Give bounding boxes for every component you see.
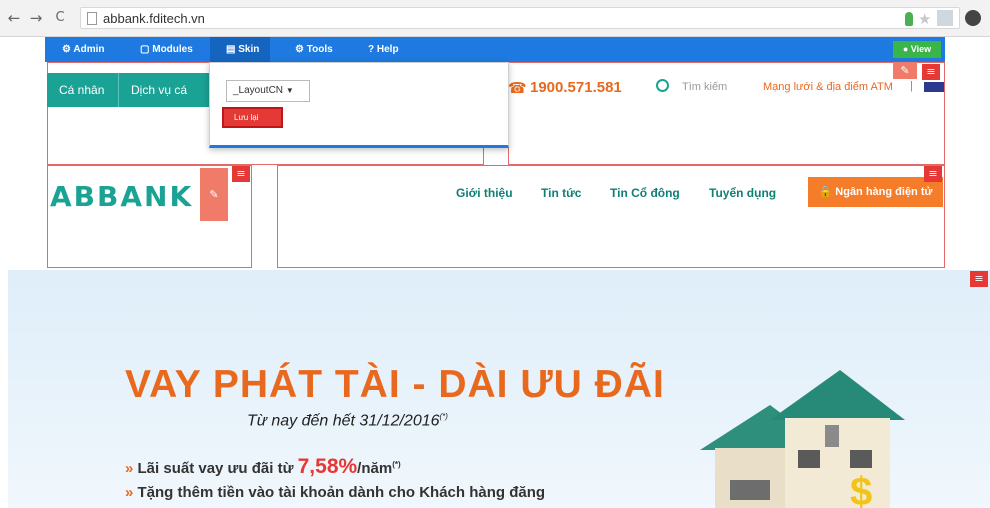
nav-careers[interactable]: Tuyển dụng bbox=[709, 186, 776, 200]
layout-select[interactable]: _LayoutCN ▼ bbox=[226, 80, 310, 102]
menu-icon[interactable]: ≡ bbox=[970, 271, 988, 287]
back-arrow-icon[interactable]: ← bbox=[6, 10, 22, 26]
reload-icon[interactable]: C bbox=[52, 10, 68, 26]
phone-icon: ☎ bbox=[508, 79, 527, 97]
eye-icon: ● bbox=[902, 44, 909, 54]
atm-network-link[interactable]: Mạng lưới & địa điểm ATM bbox=[763, 81, 893, 93]
banner-bullet-gift: » Tặng thêm tiền vào tài khoản dành cho … bbox=[125, 484, 546, 501]
nav-shareholder-news[interactable]: Tin Cổ đông bbox=[610, 186, 680, 200]
double-chevron-icon: » bbox=[125, 484, 134, 501]
search-icon[interactable] bbox=[656, 79, 669, 92]
nav-news[interactable]: Tin tức bbox=[541, 186, 581, 200]
modules-menu[interactable]: ▢ Modules bbox=[140, 44, 193, 56]
nav-personal[interactable]: Cá nhân bbox=[47, 73, 118, 107]
extension-icon[interactable] bbox=[905, 12, 913, 26]
help-icon: ? bbox=[368, 44, 375, 55]
forward-arrow-icon[interactable]: → bbox=[28, 10, 44, 26]
search-input[interactable]: Tìm kiếm bbox=[682, 81, 727, 93]
double-chevron-icon: » bbox=[125, 460, 134, 477]
save-button[interactable]: Lưu lại bbox=[222, 107, 283, 128]
flag-icon[interactable] bbox=[924, 82, 944, 92]
extension-box-icon[interactable] bbox=[937, 10, 953, 26]
skin-menu[interactable]: ▤ Skin bbox=[226, 44, 259, 56]
admin-menu[interactable]: ⚙ Admin bbox=[62, 44, 105, 56]
address-bar[interactable]: abbank.fditech.vn bbox=[80, 7, 960, 29]
skin-popup bbox=[209, 62, 509, 148]
view-button[interactable]: ● View bbox=[893, 41, 941, 58]
abbank-logo[interactable]: ABBANK bbox=[50, 180, 193, 213]
header-separator: | bbox=[910, 80, 913, 92]
tools-icon: ⚙ bbox=[295, 44, 304, 55]
star-bookmark-icon[interactable]: ★ bbox=[918, 10, 931, 28]
svg-text:$: $ bbox=[850, 470, 872, 508]
banner-bullet-rate: » Lãi suất vay ưu đãi từ 7,58%/năm(*) bbox=[125, 455, 401, 478]
nav-personal-services[interactable]: Dịch vụ cá nhâ bbox=[118, 73, 209, 131]
hotline-number[interactable]: 1900.571.581 bbox=[530, 79, 622, 96]
banner-title: VAY PHÁT TÀI - DÀI ƯU ĐÃI bbox=[125, 363, 665, 406]
page-icon bbox=[87, 12, 97, 25]
edit-pencil-icon[interactable]: ✎ bbox=[200, 168, 228, 221]
dropdown-arrow-icon: ▼ bbox=[285, 86, 294, 95]
banner-date: Từ nay đến hết 31/12/2016(*) bbox=[247, 412, 448, 430]
skin-icon: ▤ bbox=[226, 44, 236, 55]
edit-pencil-icon[interactable]: ✎ bbox=[893, 62, 917, 79]
house-illustration: $ bbox=[700, 370, 905, 508]
nav-about[interactable]: Giới thiệu bbox=[456, 186, 513, 200]
help-menu[interactable]: ? Help bbox=[368, 44, 399, 56]
header-right-zone bbox=[508, 62, 945, 165]
gear-icon: ⚙ bbox=[62, 44, 71, 55]
menu-icon[interactable]: ≡ bbox=[922, 64, 940, 80]
user-avatar-icon[interactable] bbox=[965, 10, 981, 26]
modules-icon: ▢ bbox=[140, 44, 150, 55]
menu-icon[interactable]: ≡ bbox=[924, 166, 942, 182]
url-text: abbank.fditech.vn bbox=[103, 11, 205, 26]
tools-menu[interactable]: ⚙ Tools bbox=[295, 44, 333, 56]
ebanking-button[interactable]: 🔒 Ngân hàng điện tử bbox=[808, 177, 943, 207]
lock-icon: 🔒 bbox=[818, 186, 833, 198]
menu-icon[interactable]: ≡ bbox=[232, 166, 250, 182]
